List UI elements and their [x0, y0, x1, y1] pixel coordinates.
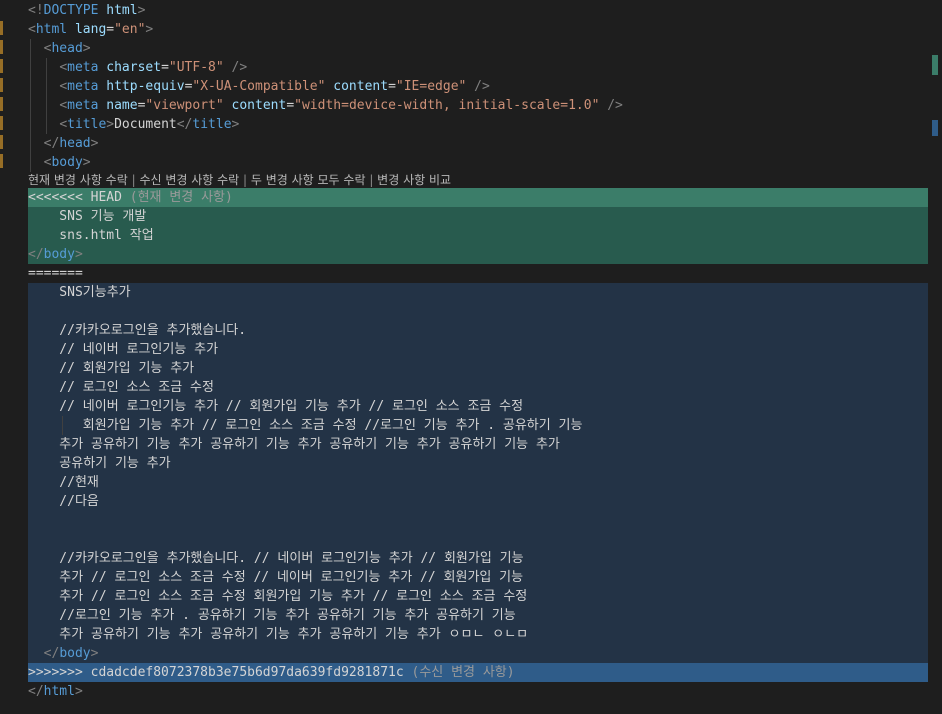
current-change-header: <<<<<<< HEAD (현재 변경 사항)	[28, 188, 930, 207]
incoming-change-line[interactable]: // 로그인 소스 조금 수정	[28, 378, 930, 397]
http-equiv-attr: http-equiv	[106, 79, 185, 94]
incoming-change-header: >>>>>>> cdadcdef8072378b3e75b6d97da639fd…	[28, 663, 930, 682]
lang-attr: lang	[74, 22, 107, 37]
incoming-change-scroll-marker	[932, 120, 938, 136]
http-equiv-value: "X-UA-Compatible"	[192, 79, 326, 94]
gutter-modified-marker	[0, 97, 3, 111]
incoming-change-line[interactable]: //다음	[28, 492, 930, 511]
doctype-keyword: DOCTYPE	[43, 3, 99, 18]
incoming-change-line[interactable]: //현재	[28, 473, 930, 492]
current-change-label: (현재 변경 사항)	[129, 190, 233, 205]
code-line[interactable]: <!DOCTYPE html>	[28, 1, 930, 20]
incoming-change-line[interactable]: 추가 공유하기 기능 추가 공유하기 기능 추가 공유하기 기능 추가 공유하기…	[28, 435, 930, 454]
current-change-scroll-marker	[932, 55, 938, 75]
head-marker: <<<<<<< HEAD	[28, 190, 122, 205]
incoming-change-line[interactable]: 회원가입 기능 추가 // 로그인 소스 조금 수정 //로그인 기능 추가 .…	[28, 416, 930, 435]
code-line[interactable]: <body>	[28, 153, 930, 172]
conflict-divider: =======	[28, 266, 83, 281]
code-line[interactable]: <title>Document</title>	[28, 115, 930, 134]
gutter-modified-marker	[0, 21, 3, 35]
name-attr: name	[106, 98, 138, 113]
code-line[interactable]: <html lang="en">	[28, 20, 930, 39]
code-line[interactable]: </html>	[28, 682, 930, 701]
content-value-viewport: "width=device-width, initial-scale=1.0"	[294, 98, 600, 113]
title-text: Document	[114, 117, 177, 132]
line-gutter	[0, 0, 28, 714]
incoming-marker: >>>>>>> cdadcdef8072378b3e75b6d97da639fd…	[28, 665, 404, 680]
content-value-ie: "IE=edge"	[395, 79, 467, 94]
doctype-close: >	[137, 3, 146, 18]
code-line[interactable]: <meta name="viewport" content="width=dev…	[28, 96, 930, 115]
incoming-change-line[interactable]: //카카오로그인을 추가했습니다. // 네이버 로그인기능 추가 // 회원가…	[28, 549, 930, 568]
gutter-modified-marker	[0, 135, 3, 149]
gutter-modified-marker	[0, 59, 3, 73]
html-tag: html	[35, 22, 68, 37]
current-change-line[interactable]: sns.html 작업	[28, 226, 930, 245]
gutter-modified-marker	[0, 154, 3, 168]
current-change-line[interactable]: </body>	[28, 245, 930, 264]
code-line[interactable]: <meta charset="UTF-8" />	[28, 58, 930, 77]
incoming-change-line[interactable]: 추가 // 로그인 소스 조금 수정 // 네이버 로그인기능 추가 // 회원…	[28, 568, 930, 587]
incoming-change-line[interactable]: // 네이버 로그인기능 추가	[28, 340, 930, 359]
gutter-modified-marker	[0, 40, 3, 54]
current-change-line[interactable]: SNS 기능 개발	[28, 207, 930, 226]
incoming-change-line[interactable]	[28, 511, 930, 530]
incoming-change-line[interactable]: </body>	[28, 644, 930, 663]
doctype-value: html	[106, 3, 138, 18]
gutter-modified-marker	[0, 78, 3, 92]
compare-changes-link[interactable]: 변경 사항 비교	[377, 173, 451, 187]
doctype-open: <!	[28, 3, 44, 18]
incoming-change-line[interactable]: // 네이버 로그인기능 추가 // 회원가입 기능 추가 // 로그인 소스 …	[28, 397, 930, 416]
incoming-change-line[interactable]: SNS기능추가	[28, 283, 930, 302]
accept-incoming-change-link[interactable]: 수신 변경 사항 수락	[139, 173, 239, 187]
title-tag: title	[67, 117, 107, 132]
incoming-change-line[interactable]: // 회원가입 기능 추가	[28, 359, 930, 378]
code-line[interactable]: <head>	[28, 39, 930, 58]
incoming-change-line[interactable]: //카카오로그인을 추가했습니다.	[28, 321, 930, 340]
charset-value: "UTF-8"	[168, 60, 224, 75]
incoming-change-line[interactable]	[28, 530, 930, 549]
incoming-change-line[interactable]: //로그인 기능 추가 . 공유하기 기능 추가 공유하기 기능 추가 공유하기…	[28, 606, 930, 625]
head-tag: head	[51, 41, 83, 56]
vertical-scrollbar[interactable]	[928, 0, 942, 714]
gutter-modified-marker	[0, 116, 3, 130]
code-editor[interactable]: <!DOCTYPE html> <html lang="en"> <head> …	[28, 0, 942, 714]
accept-both-changes-link[interactable]: 두 변경 사항 모두 수락	[251, 173, 366, 187]
charset-attr: charset	[106, 60, 162, 75]
incoming-change-line[interactable]: 공유하기 기능 추가	[28, 454, 930, 473]
body-tag: body	[51, 155, 83, 170]
code-line[interactable]: <meta http-equiv="X-UA-Compatible" conte…	[28, 77, 930, 96]
lang-value: "en"	[114, 22, 146, 37]
incoming-change-label: (수신 변경 사항)	[411, 665, 515, 680]
accept-current-change-link[interactable]: 현재 변경 사항 수락	[28, 173, 128, 187]
incoming-change-line[interactable]: 추가 공유하기 기능 추가 공유하기 기능 추가 공유하기 기능 추가 ㅇㅁㄴ …	[28, 625, 930, 644]
merge-codelens: 현재 변경 사항 수락 | 수신 변경 사항 수락 | 두 변경 사항 모두 수…	[28, 173, 452, 187]
meta-tag: meta	[67, 60, 99, 75]
incoming-change-line[interactable]	[28, 302, 930, 321]
name-value: "viewport"	[145, 98, 224, 113]
code-line[interactable]: </head>	[28, 134, 930, 153]
incoming-change-line[interactable]: 추가 // 로그인 소스 조금 수정 회원가입 기능 추가 // 로그인 소스 …	[28, 587, 930, 606]
